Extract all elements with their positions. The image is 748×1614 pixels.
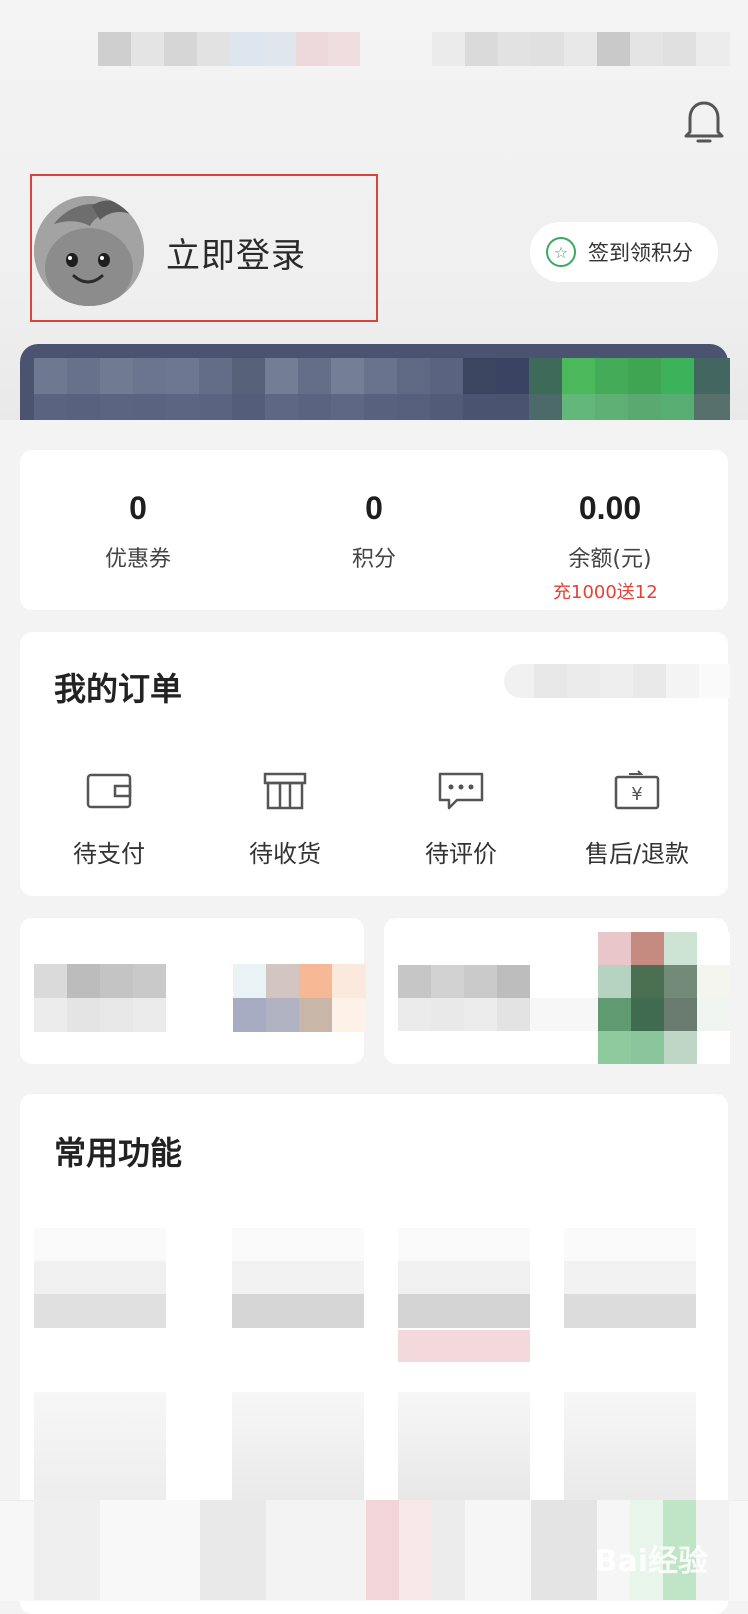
signin-label: 签到领积分 <box>588 241 693 265</box>
recharge-promo[interactable]: 充1000送12 <box>553 578 658 604</box>
wallet-icon <box>86 773 132 809</box>
login-now-link[interactable]: 立即登录 <box>166 228 306 277</box>
order-pending-payment[interactable]: 待支付 <box>24 770 194 869</box>
coupon-count: 0 <box>129 490 147 526</box>
package-icon <box>263 772 307 810</box>
blurred-function-1[interactable] <box>34 1228 166 1328</box>
my-orders-title: 我的订单 <box>54 670 183 708</box>
blurred-function-8[interactable] <box>564 1392 696 1512</box>
blurred-view-all-orders[interactable] <box>504 664 730 698</box>
order-pending-receipt[interactable]: 待收货 <box>200 770 370 869</box>
pending-receipt-label: 待收货 <box>249 840 321 868</box>
points-label: 积分 <box>351 547 396 572</box>
blurred-status-right <box>432 32 730 66</box>
blurred-banner-row1 <box>34 358 730 394</box>
order-after-sales[interactable]: ¥ 售后/退款 <box>552 770 722 869</box>
balance-amount: 0.00 <box>578 490 642 526</box>
after-sales-label: 售后/退款 <box>584 840 690 868</box>
blurred-promo-left-2 <box>34 998 366 1032</box>
points-count: 0 <box>365 490 383 526</box>
svg-text:¥: ¥ <box>631 784 642 805</box>
blurred-promo-right <box>398 932 730 1064</box>
balance-stat[interactable]: 0.00 余额(元) <box>510 490 710 573</box>
blurred-banner-row2 <box>34 394 730 420</box>
blurred-status-left <box>98 32 360 66</box>
coupon-label: 优惠券 <box>104 547 171 572</box>
blurred-function-3b <box>398 1330 530 1362</box>
points-stat[interactable]: 0 积分 <box>274 490 474 573</box>
baidu-watermark: Bai经验 <box>594 1544 708 1579</box>
pending-review-label: 待评价 <box>425 840 497 868</box>
order-pending-review[interactable]: 待评价 <box>376 770 546 869</box>
blurred-function-6[interactable] <box>232 1392 364 1512</box>
blurred-function-4[interactable] <box>564 1228 696 1328</box>
coupon-stat[interactable]: 0 优惠券 <box>38 490 238 573</box>
blurred-function-2[interactable] <box>232 1228 364 1328</box>
signin-points-button[interactable]: ☆ 签到领积分 <box>530 222 718 282</box>
bell-icon[interactable] <box>682 98 726 144</box>
avatar-mascot-icon <box>34 196 144 306</box>
refund-icon: ¥ <box>614 770 660 810</box>
avatar[interactable] <box>34 196 144 306</box>
blurred-function-7[interactable] <box>398 1392 530 1512</box>
common-functions-title: 常用功能 <box>54 1134 183 1172</box>
star-circle-icon: ☆ <box>546 237 576 267</box>
blurred-function-5[interactable] <box>34 1392 166 1512</box>
blurred-promo-left <box>34 964 366 998</box>
comment-icon <box>438 772 484 810</box>
blurred-function-3[interactable] <box>398 1228 530 1328</box>
pending-payment-label: 待支付 <box>73 840 145 868</box>
balance-label: 余额(元) <box>568 547 652 572</box>
